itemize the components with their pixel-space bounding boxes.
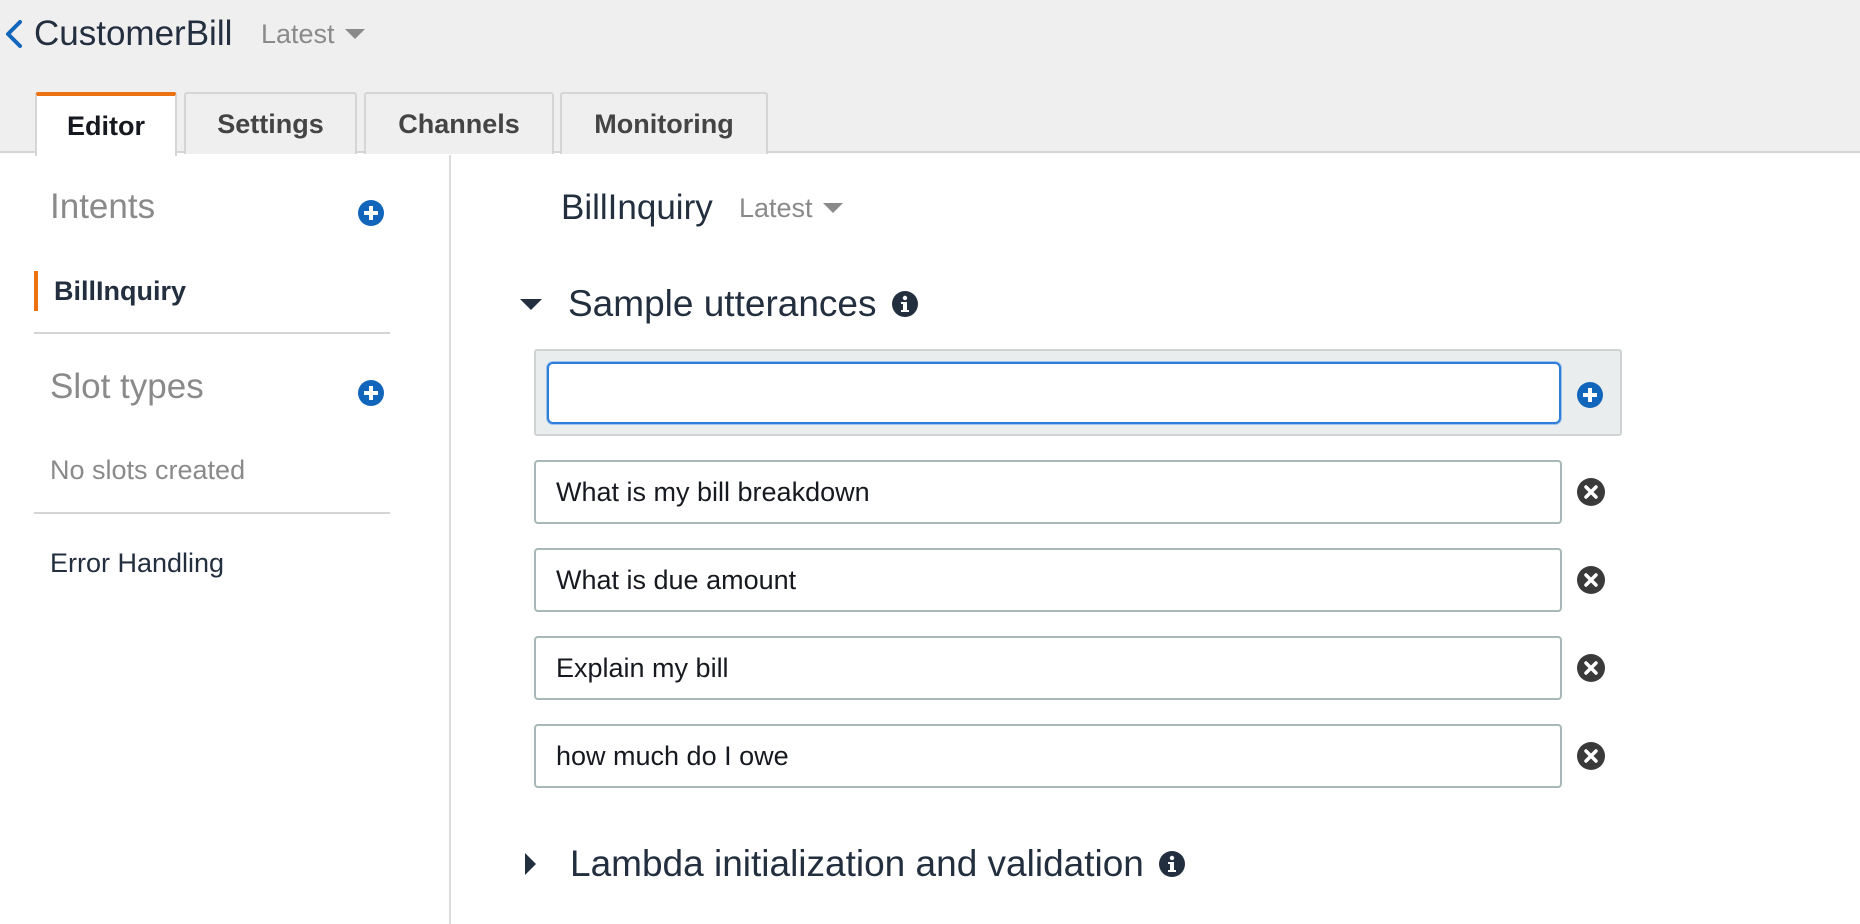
utterance-row: Explain my bill (534, 636, 1624, 700)
sidebar-divider (34, 332, 390, 334)
add-slot-type-icon[interactable] (357, 379, 385, 407)
sample-utterances-title: Sample utterances (568, 283, 877, 324)
intent-version-label: Latest (739, 193, 813, 223)
caret-right-icon (525, 853, 536, 875)
slot-types-heading: Slot types (50, 367, 204, 406)
tab-settings[interactable]: Settings (184, 92, 357, 154)
intent-name: BillInquiry (561, 188, 713, 227)
sidebar-item-error-handling[interactable]: Error Handling (50, 546, 224, 580)
caret-down-icon (520, 298, 542, 310)
remove-utterance-icon[interactable] (1576, 565, 1606, 595)
sidebar: Intents BillInquiry Slot types No slots … (0, 155, 451, 924)
sidebar-divider (34, 512, 390, 514)
utterance-field[interactable]: Explain my bill (534, 636, 1562, 700)
info-icon[interactable] (891, 290, 919, 318)
caret-down-icon (344, 28, 365, 39)
new-utterance-input[interactable] (547, 362, 1561, 424)
sample-utterances-header[interactable]: Sample utterances (520, 281, 919, 327)
new-utterance-container (534, 349, 1622, 436)
bot-name: CustomerBill (34, 14, 233, 53)
remove-utterance-icon[interactable] (1576, 477, 1606, 507)
tab-editor[interactable]: Editor (35, 92, 177, 156)
add-utterance-icon[interactable] (1576, 381, 1604, 409)
sidebar-item-billinquiry[interactable]: BillInquiry (34, 271, 334, 311)
info-icon[interactable] (1158, 850, 1186, 878)
utterance-field[interactable]: What is due amount (534, 548, 1562, 612)
no-slots-text: No slots created (50, 455, 246, 485)
utterance-row: What is my bill breakdown (534, 460, 1624, 524)
utterance-row: What is due amount (534, 548, 1624, 612)
add-intent-icon[interactable] (357, 199, 385, 227)
lambda-section-header[interactable]: Lambda initialization and validation (520, 841, 1186, 887)
chevron-left-icon[interactable] (2, 16, 26, 52)
tab-monitoring[interactable]: Monitoring (560, 92, 768, 154)
remove-utterance-icon[interactable] (1576, 741, 1606, 771)
top-bar: CustomerBill Latest Editor Settings Chan… (0, 0, 1860, 156)
utterance-field[interactable]: What is my bill breakdown (534, 460, 1562, 524)
caret-down-icon (822, 202, 843, 213)
utterance-row: how much do I owe (534, 724, 1624, 788)
tab-channels[interactable]: Channels (364, 92, 554, 154)
intents-heading: Intents (50, 187, 156, 226)
lambda-section-title: Lambda initialization and validation (570, 843, 1144, 884)
intent-version-dropdown[interactable]: Latest (739, 191, 843, 225)
utterance-field[interactable]: how much do I owe (534, 724, 1562, 788)
remove-utterance-icon[interactable] (1576, 653, 1606, 683)
bot-version-dropdown[interactable]: Latest (261, 17, 365, 51)
bot-version-label: Latest (261, 19, 335, 49)
